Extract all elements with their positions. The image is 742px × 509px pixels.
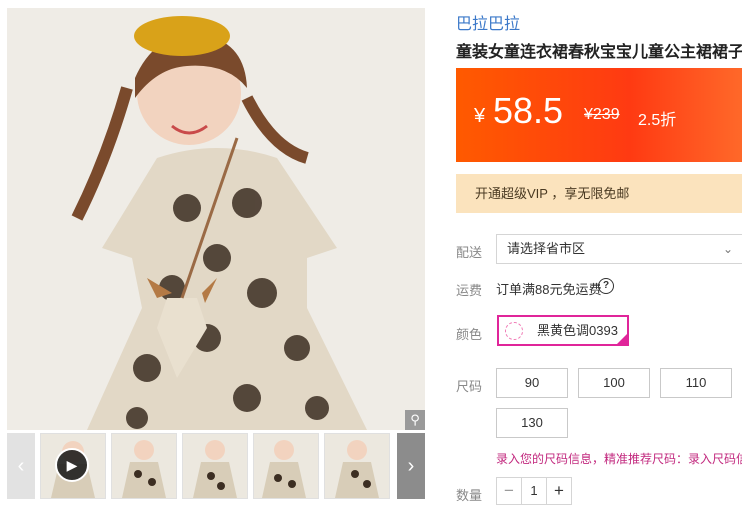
size-option[interactable]: 130	[496, 408, 568, 438]
size-label: 尺码	[456, 379, 483, 394]
discount-label: 2.5折	[638, 112, 677, 129]
chevron-down-icon: ⌄	[722, 242, 733, 256]
thumbnail-strip: ‹ ▶ ›	[7, 433, 425, 499]
thumbnail-video[interactable]: ▶	[40, 433, 106, 499]
quantity-stepper: − 1 +	[496, 477, 572, 505]
color-label: 颜色	[456, 327, 483, 342]
magnifier-icon[interactable]: ⚲	[405, 410, 425, 430]
size-option[interactable]: 110	[660, 368, 732, 398]
thumbnail-image	[183, 434, 247, 498]
play-icon[interactable]: ▶	[55, 448, 89, 482]
shipping-text: 订单满88元免运费	[496, 282, 602, 297]
original-price: ¥239	[584, 106, 620, 123]
color-swatch	[505, 322, 523, 340]
quantity-minus-button[interactable]: −	[497, 478, 522, 504]
currency-symbol: ¥	[474, 105, 486, 127]
chevron-right-icon[interactable]: ›	[397, 433, 425, 499]
product-title: 童装女童连衣裙春秋宝宝儿童公主裙裙子	[456, 44, 742, 61]
color-option-selected[interactable]: 黑黄色调0393 ✓	[497, 315, 629, 346]
region-select[interactable]: 请选择省市区 ⌄	[496, 234, 742, 264]
thumbnail-item[interactable]	[182, 433, 248, 499]
price-panel: ¥ 58.5 ¥239 2.5折	[456, 68, 742, 162]
chevron-left-icon[interactable]: ‹	[7, 433, 35, 499]
shipping-label: 运费	[456, 283, 483, 298]
thumbnail-item[interactable]	[324, 433, 390, 499]
vip-banner[interactable]: 开通超级VIP ，享无限免邮	[456, 174, 742, 213]
quantity-input[interactable]: 1	[522, 478, 546, 504]
region-select-value: 请选择省市区	[507, 241, 586, 256]
thumbnail-image	[112, 434, 176, 498]
thumbnail-image	[325, 434, 389, 498]
quantity-label: 数量	[456, 488, 483, 503]
size-recommend-link[interactable]: 录入您的尺码信息，精准推荐尺码：录入尺码信	[496, 450, 742, 467]
current-price: 58.5	[493, 90, 564, 131]
quantity-plus-button[interactable]: +	[546, 478, 571, 504]
color-option-label: 黑黄色调0393	[537, 323, 618, 338]
size-option[interactable]: 90	[496, 368, 568, 398]
product-photo	[7, 8, 425, 430]
thumbnail-item[interactable]	[111, 433, 177, 499]
size-option[interactable]: 100	[578, 368, 650, 398]
thumbnail-image	[254, 434, 318, 498]
delivery-label: 配送	[456, 245, 483, 260]
help-icon[interactable]: ?	[598, 278, 614, 294]
product-main-image[interactable]: ⚲	[7, 8, 425, 430]
thumbnail-item[interactable]	[253, 433, 319, 499]
check-icon: ✓	[620, 327, 627, 336]
brand-link[interactable]: 巴拉巴拉	[456, 10, 520, 34]
